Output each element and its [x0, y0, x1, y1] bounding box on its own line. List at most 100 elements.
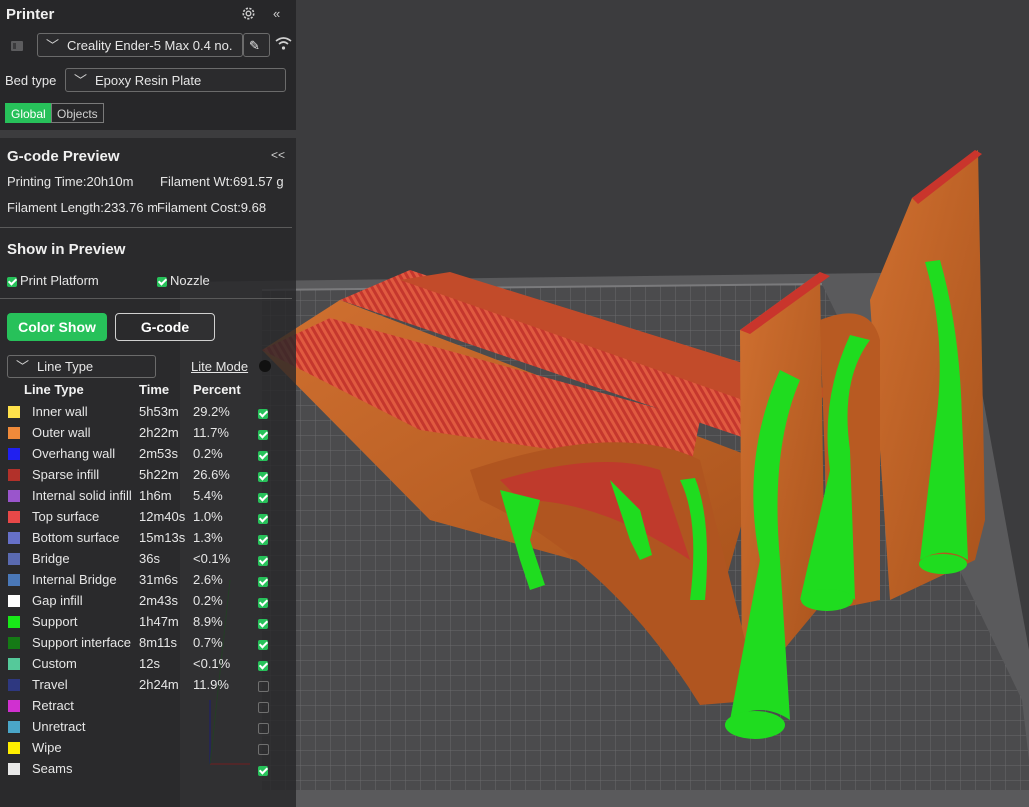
color-swatch [8, 679, 20, 691]
view-type-select[interactable]: ﹀ Line Type [7, 355, 156, 378]
color-swatch [8, 700, 20, 712]
legend-row[interactable]: Unretract [0, 717, 296, 738]
legend-row[interactable]: Support interface 8m11s 0.7% [0, 633, 296, 654]
line-type-time: 2m53s [139, 446, 179, 461]
line-type-time: 5h53m [139, 404, 179, 419]
visibility-checkbox[interactable] [258, 405, 271, 420]
gcode-button[interactable]: G-code [115, 313, 215, 341]
color-swatch [8, 427, 20, 439]
line-type-percent: 0.2% [193, 593, 223, 608]
visibility-checkbox[interactable] [258, 531, 271, 546]
visibility-checkbox[interactable] [258, 510, 271, 525]
checkbox-unchecked-icon [258, 744, 269, 756]
visibility-checkbox[interactable] [258, 699, 269, 714]
visibility-checkbox[interactable] [258, 762, 271, 777]
legend-row[interactable]: Custom 12s <0.1% [0, 654, 296, 675]
line-type-percent: 1.3% [193, 530, 223, 545]
line-type-name: Wipe [32, 740, 62, 755]
collapse-preview-button[interactable]: << [271, 148, 285, 162]
pencil-icon: ✎ [249, 38, 260, 53]
lite-mode-toggle[interactable]: Lite Mode [191, 359, 248, 374]
legend-row[interactable]: Seams [0, 759, 296, 780]
visibility-checkbox[interactable] [258, 678, 269, 693]
printer-title: Printer [6, 6, 55, 23]
printer-panel: Printer « ﹀ Creality Ender-5 Max 0.4 no. … [0, 0, 296, 130]
line-type-time: 12m40s [139, 509, 186, 524]
checkbox-checked-icon [258, 471, 268, 482]
column-header-line-type[interactable]: Line Type [24, 382, 84, 397]
tab-global[interactable]: Global [5, 103, 52, 123]
legend-row[interactable]: Internal solid infill 1h6m 5.4% [0, 486, 296, 507]
color-swatch [8, 721, 20, 733]
legend-row[interactable]: Top surface 12m40s 1.0% [0, 507, 296, 528]
checkbox-unchecked-icon [258, 702, 269, 714]
visibility-checkbox[interactable] [258, 636, 271, 651]
line-type-percent: 11.9% [193, 677, 229, 692]
tab-objects[interactable]: Objects [51, 103, 104, 123]
lite-mode-dot[interactable] [259, 360, 271, 372]
column-header-percent[interactable]: Percent [193, 382, 241, 397]
visibility-checkbox[interactable] [258, 573, 271, 588]
checkbox-checked-icon [258, 555, 268, 566]
wifi-icon[interactable] [275, 36, 292, 55]
legend-row[interactable]: Bottom surface 15m13s 1.3% [0, 528, 296, 549]
checkbox-checked-icon [7, 276, 17, 287]
print-platform-checkbox[interactable]: Print Platform [7, 273, 99, 288]
column-header-time[interactable]: Time [139, 382, 169, 397]
visibility-checkbox[interactable] [258, 426, 271, 441]
nozzle-label: Nozzle [170, 273, 210, 288]
legend-row[interactable]: Gap infill 2m43s 0.2% [0, 591, 296, 612]
color-show-button[interactable]: Color Show [7, 313, 107, 341]
visibility-checkbox[interactable] [258, 615, 271, 630]
chevron-down-icon: ﹀ [46, 38, 60, 53]
visibility-checkbox[interactable] [258, 741, 269, 756]
visibility-checkbox[interactable] [258, 447, 271, 462]
visibility-checkbox[interactable] [258, 468, 271, 483]
legend-row[interactable]: Outer wall 2h22m 11.7% [0, 423, 296, 444]
filament-weight: Filament Wt:691.57 g [160, 174, 284, 189]
line-type-name: Custom [32, 656, 77, 671]
line-type-time: 36s [139, 551, 160, 566]
visibility-checkbox[interactable] [258, 657, 271, 672]
chevron-down-icon: ﹀ [16, 359, 30, 374]
printer-select[interactable]: ﹀ Creality Ender-5 Max 0.4 no. [37, 33, 243, 57]
visibility-checkbox[interactable] [258, 552, 271, 567]
legend-row[interactable]: Bridge 36s <0.1% [0, 549, 296, 570]
line-type-percent: <0.1% [193, 656, 231, 671]
line-type-time: 31m6s [139, 572, 179, 587]
nozzle-checkbox[interactable]: Nozzle [157, 273, 210, 288]
legend-row[interactable]: Support 1h47m 8.9% [0, 612, 296, 633]
color-swatch [8, 742, 20, 754]
visibility-checkbox[interactable] [258, 720, 269, 735]
color-swatch [8, 469, 20, 481]
checkbox-checked-icon [258, 576, 268, 587]
edit-printer-button[interactable]: ✎ [243, 33, 270, 57]
gear-icon[interactable] [240, 5, 257, 26]
legend-row[interactable]: Overhang wall 2m53s 0.2% [0, 444, 296, 465]
line-type-name: Support interface [32, 635, 132, 650]
chevron-down-icon: ﹀ [74, 73, 88, 88]
checkbox-checked-icon [258, 450, 268, 461]
visibility-checkbox[interactable] [258, 594, 271, 609]
line-type-percent: 5.4% [193, 488, 223, 503]
bed-type-select[interactable]: ﹀ Epoxy Resin Plate [65, 68, 286, 92]
collapse-sidebar-icon[interactable]: « [273, 6, 280, 21]
line-type-percent: 2.6% [193, 572, 223, 587]
line-type-percent: 1.0% [193, 509, 223, 524]
line-type-name: Seams [32, 761, 73, 776]
divider [0, 298, 292, 299]
legend-row[interactable]: Retract [0, 696, 296, 717]
legend-row[interactable]: Sparse infill 5h22m 26.6% [0, 465, 296, 486]
legend-row[interactable]: Travel 2h24m 11.9% [0, 675, 296, 696]
legend-row[interactable]: Inner wall 5h53m 29.2% [0, 402, 296, 423]
printer-device-icon [10, 39, 24, 57]
show-in-preview-title: Show in Preview [7, 241, 126, 258]
color-swatch [8, 532, 20, 544]
line-type-time: 8m11s [139, 635, 178, 650]
visibility-checkbox[interactable] [258, 489, 271, 504]
line-type-name: Internal solid infill [32, 488, 132, 503]
legend-row[interactable]: Internal Bridge 31m6s 2.6% [0, 570, 296, 591]
bed-type-value: Epoxy Resin Plate [95, 73, 202, 88]
legend-row[interactable]: Wipe [0, 738, 296, 759]
line-type-name: Gap infill [32, 593, 83, 608]
